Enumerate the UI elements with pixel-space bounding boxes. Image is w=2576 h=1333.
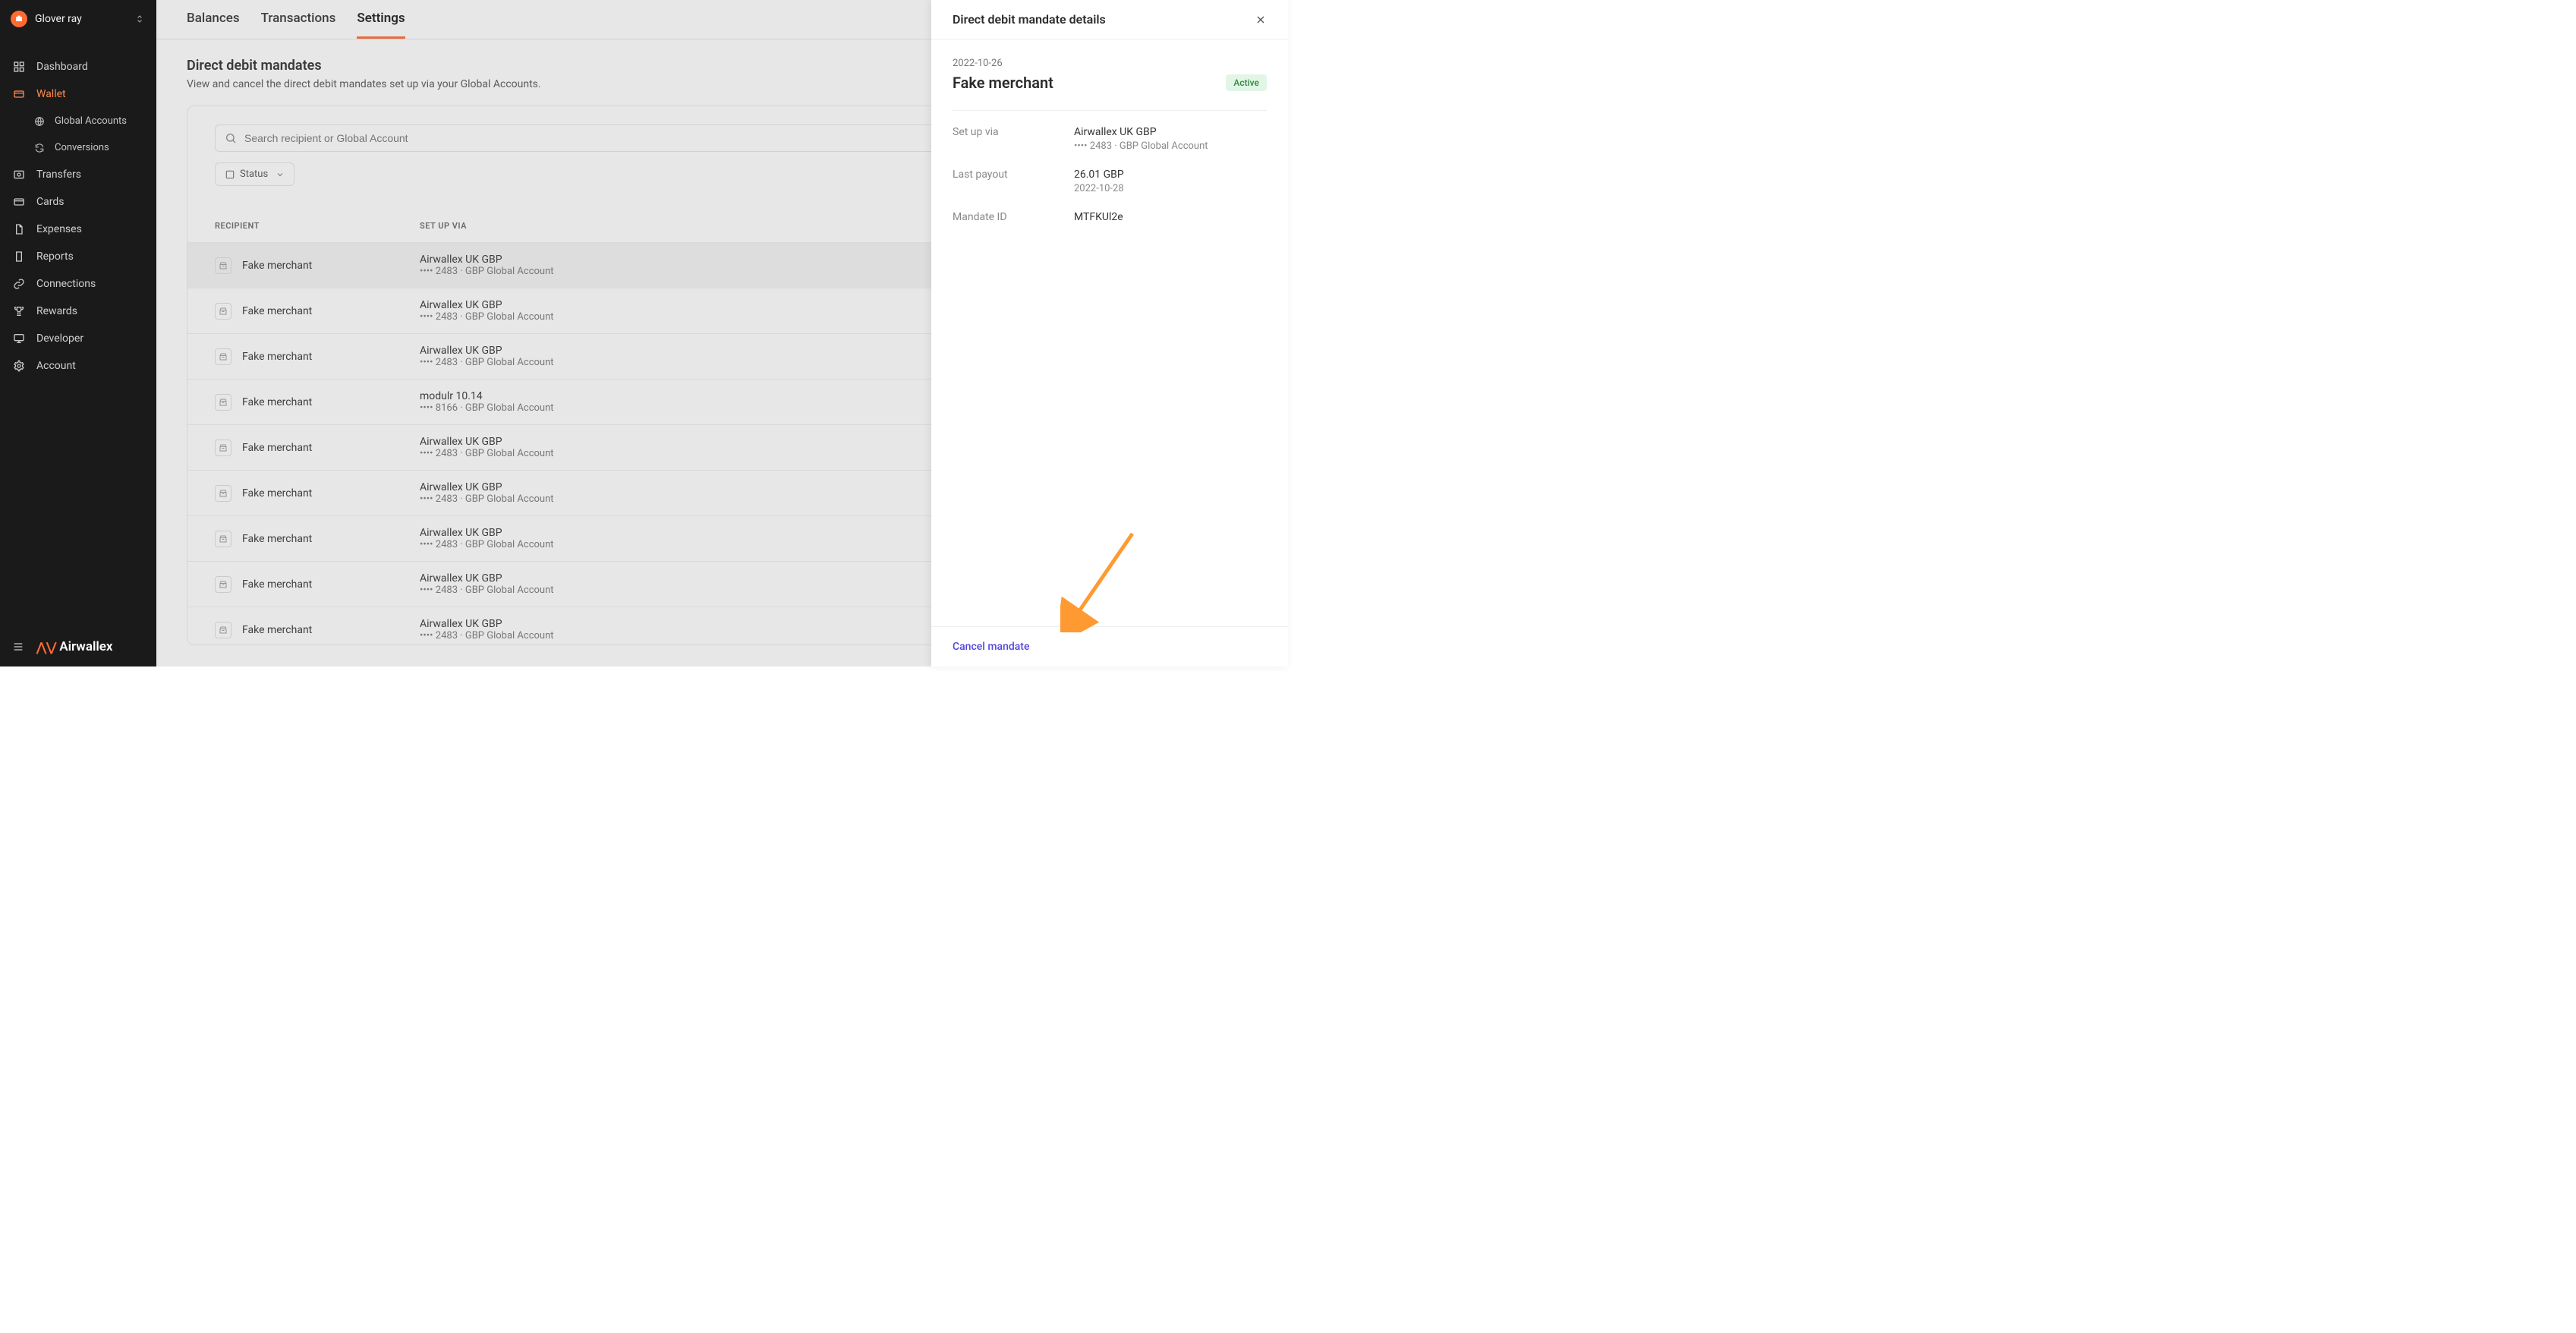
nav-label: Rewards (36, 305, 77, 317)
nav-global-accounts[interactable]: Global Accounts (0, 108, 156, 134)
link-icon (12, 278, 26, 290)
transfer-icon (12, 169, 26, 181)
col-recipient: RECIPIENT (215, 221, 420, 231)
nav-reports[interactable]: Reports (0, 243, 156, 270)
merchant-icon (215, 485, 231, 502)
chevron-down-icon (276, 170, 285, 179)
recipient-name: Fake merchant (242, 260, 312, 272)
merchant-icon (215, 394, 231, 411)
cancel-mandate-link[interactable]: Cancel mandate (953, 641, 1029, 653)
last-payout-value: 26.01 GBP (1074, 169, 1267, 181)
logo: ⋀⋁ Airwallex (36, 639, 113, 654)
nav-conversions[interactable]: Conversions (0, 134, 156, 161)
nav-account[interactable]: Account (0, 352, 156, 380)
reports-icon (12, 251, 26, 263)
monitor-icon (12, 332, 26, 345)
tab-transactions[interactable]: Transactions (261, 11, 336, 39)
nav-label: Wallet (36, 88, 66, 100)
recipient-name: Fake merchant (242, 442, 312, 454)
tab-settings[interactable]: Settings (357, 11, 405, 39)
merchant-icon (215, 440, 231, 456)
trophy-icon (12, 305, 26, 317)
filter-icon (225, 169, 235, 180)
status-filter[interactable]: Status (215, 162, 294, 186)
workspace-name: Glover ray (35, 13, 135, 25)
nav: Dashboard Wallet Global Accounts Convers… (0, 38, 156, 627)
tab-balances[interactable]: Balances (187, 11, 240, 39)
nav-cards[interactable]: Cards (0, 188, 156, 216)
merchant-icon (215, 622, 231, 638)
drawer-body: 2022-10-26 Fake merchant Active Set up v… (931, 39, 1288, 626)
close-button[interactable] (1255, 14, 1267, 26)
nav-label: Global Accounts (55, 115, 127, 127)
last-payout-sub: 2022-10-28 (1074, 183, 1267, 194)
menu-icon[interactable] (12, 641, 24, 653)
merchant-icon (215, 531, 231, 547)
wallet-icon (12, 88, 26, 100)
drawer-header: Direct debit mandate details (931, 0, 1288, 39)
divider (953, 110, 1267, 111)
logo-text: Airwallex (59, 639, 112, 654)
recipient-name: Fake merchant (242, 351, 312, 363)
nav-label: Account (36, 360, 76, 372)
setup-via-sub: •••• 2483 · GBP Global Account (1074, 140, 1267, 152)
status-badge: Active (1226, 74, 1267, 91)
gear-icon (12, 360, 26, 372)
chevron-updown-icon (135, 14, 144, 24)
sidebar-footer: ⋀⋁ Airwallex (0, 627, 156, 666)
recipient-name: Fake merchant (242, 487, 312, 499)
recipient-name: Fake merchant (242, 624, 312, 636)
nav-label: Reports (36, 251, 74, 263)
avatar (11, 11, 27, 27)
drawer-merchant: Fake merchant (953, 74, 1053, 92)
document-icon (12, 223, 26, 235)
nav-expenses[interactable]: Expenses (0, 216, 156, 243)
nav-label: Expenses (36, 223, 82, 235)
nav-connections[interactable]: Connections (0, 270, 156, 298)
drawer-footer: Cancel mandate (931, 626, 1288, 666)
refresh-icon (33, 143, 46, 153)
status-filter-label: Status (240, 169, 268, 180)
card-icon (12, 196, 26, 208)
merchant-icon (215, 576, 231, 593)
setup-via-value: Airwallex UK GBP (1074, 126, 1267, 138)
last-payout-label: Last payout (953, 169, 1059, 194)
recipient-name: Fake merchant (242, 578, 312, 591)
nav-label: Conversions (55, 142, 109, 153)
recipient-name: Fake merchant (242, 533, 312, 545)
nav-label: Cards (36, 196, 64, 208)
mandate-id-label: Mandate ID (953, 211, 1059, 223)
mandate-id-value: MTFKUl2e (1074, 211, 1267, 223)
sidebar: Glover ray Dashboard Wallet Global Accou… (0, 0, 156, 666)
recipient-name: Fake merchant (242, 305, 312, 317)
nav-label: Transfers (36, 169, 81, 181)
recipient-name: Fake merchant (242, 396, 312, 408)
logo-mark-icon: ⋀⋁ (36, 640, 56, 654)
nav-rewards[interactable]: Rewards (0, 298, 156, 325)
merchant-icon (215, 257, 231, 274)
nav-dashboard[interactable]: Dashboard (0, 53, 156, 80)
nav-developer[interactable]: Developer (0, 325, 156, 352)
nav-label: Dashboard (36, 61, 88, 73)
drawer-date: 2022-10-26 (953, 58, 1267, 69)
nav-wallet[interactable]: Wallet (0, 80, 156, 108)
merchant-icon (215, 348, 231, 365)
nav-transfers[interactable]: Transfers (0, 161, 156, 188)
workspace-switcher[interactable]: Glover ray (0, 0, 156, 38)
nav-label: Connections (36, 278, 96, 290)
info-grid: Set up via Airwallex UK GBP •••• 2483 · … (953, 126, 1267, 223)
drawer-title: Direct debit mandate details (953, 12, 1106, 27)
setup-via-label: Set up via (953, 126, 1059, 152)
mandate-drawer: Direct debit mandate details 2022-10-26 … (931, 0, 1288, 666)
nav-label: Developer (36, 332, 83, 345)
search-icon (225, 132, 237, 144)
globe-icon (33, 116, 46, 127)
dashboard-icon (12, 61, 26, 73)
merchant-icon (215, 303, 231, 320)
